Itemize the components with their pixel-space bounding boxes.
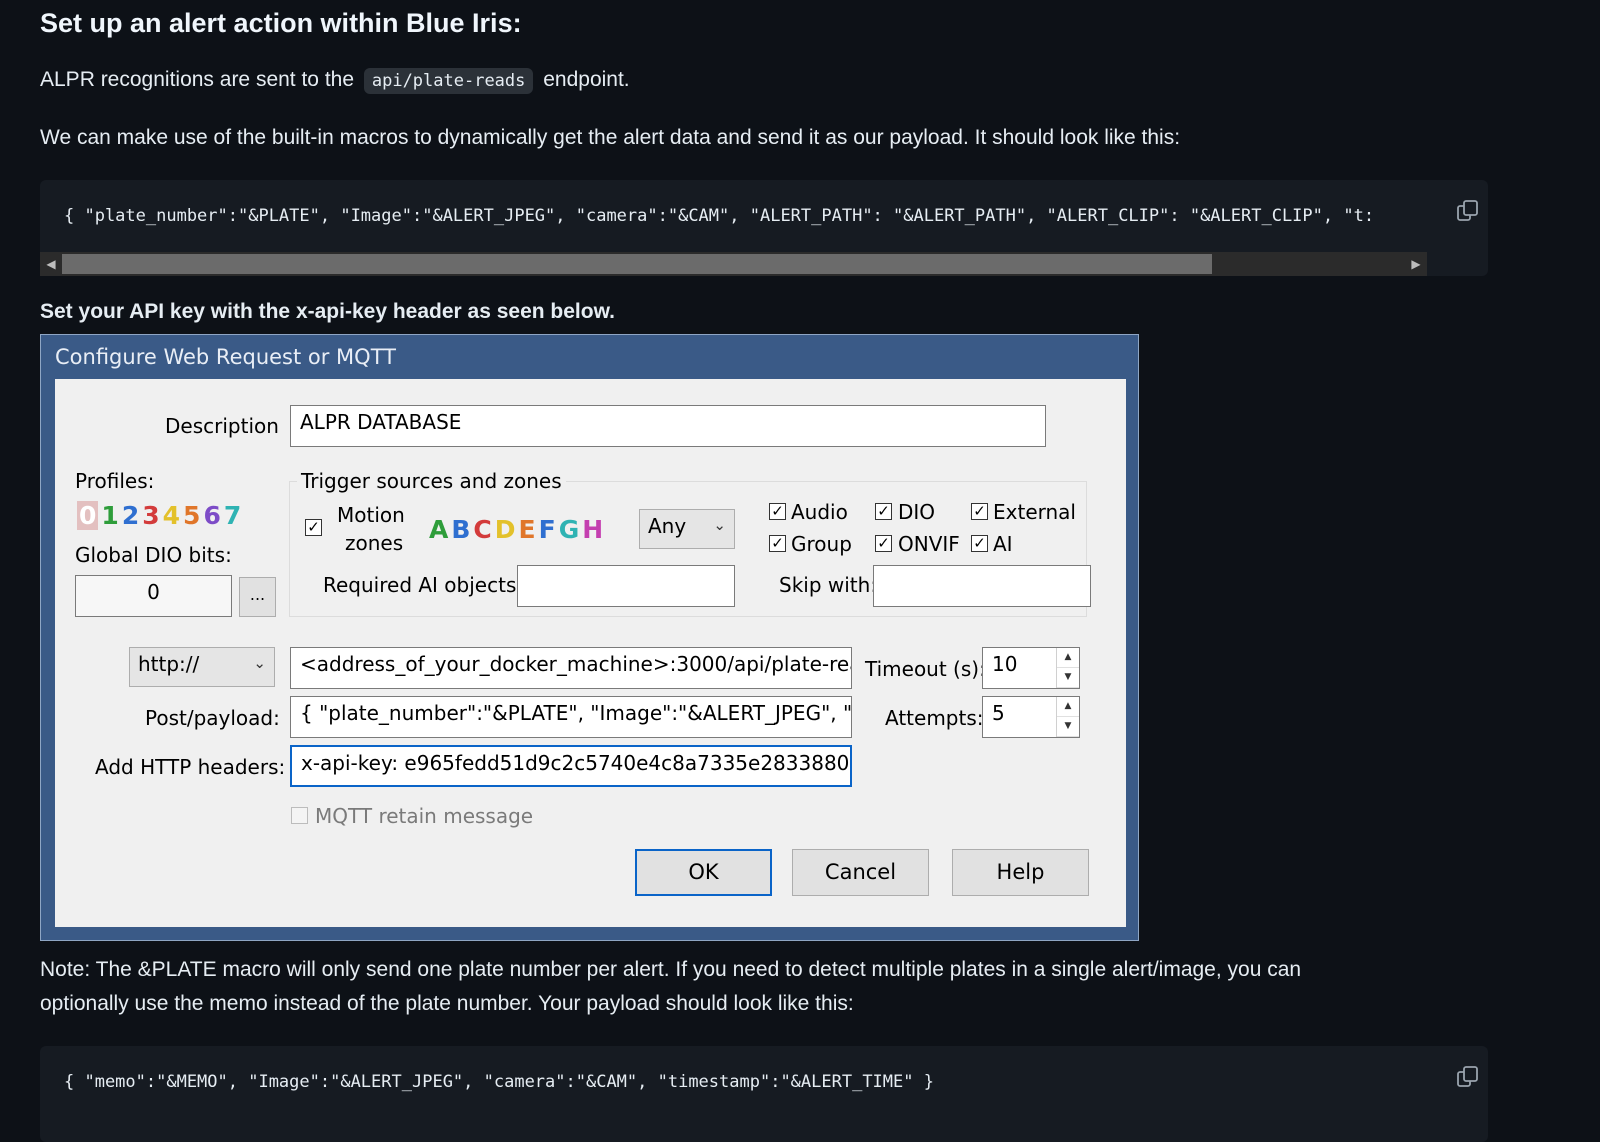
audio-label: Audio xyxy=(791,500,848,524)
dialog-title: Configure Web Request or MQTT xyxy=(55,345,396,369)
zone-letter-f[interactable]: F xyxy=(539,515,556,544)
profile-digit-5[interactable]: 5 xyxy=(183,501,200,530)
profile-digit-1[interactable]: 1 xyxy=(101,501,118,530)
onvif-checkbox[interactable]: ✓ xyxy=(875,535,892,552)
help-button[interactable]: Help xyxy=(952,849,1089,896)
chevron-down-icon: ⌄ xyxy=(713,516,726,534)
scrollbar-thumb[interactable] xyxy=(62,254,1212,274)
chevron-down-icon: ⌄ xyxy=(253,654,266,672)
intro-text-after: endpoint. xyxy=(543,68,630,91)
protocol-select[interactable]: http:// ⌄ xyxy=(129,647,275,687)
endpoint-inline-code: api/plate-reads xyxy=(363,68,534,94)
audio-checkbox[interactable]: ✓ xyxy=(769,503,786,520)
profiles-label: Profiles: xyxy=(75,469,155,493)
spin-up-icon[interactable]: ▲ xyxy=(1057,697,1079,717)
payload-code-block: { "plate_number":"&PLATE", "Image":"&ALE… xyxy=(40,180,1488,276)
post-payload-label: Post/payload: xyxy=(145,706,280,730)
any-select-value: Any xyxy=(648,514,687,538)
ai-checkbox[interactable]: ✓ xyxy=(971,535,988,552)
scroll-left-icon[interactable]: ◀ xyxy=(40,252,62,276)
global-dio-input[interactable]: 0 xyxy=(75,575,232,617)
spin-down-icon[interactable]: ▼ xyxy=(1057,668,1079,688)
profile-digit-4[interactable]: 4 xyxy=(163,501,180,530)
api-key-paragraph: Set your API key with the x-api-key head… xyxy=(40,300,615,323)
scroll-right-icon[interactable]: ▶ xyxy=(1405,252,1427,276)
cancel-button[interactable]: Cancel xyxy=(792,849,929,896)
trigger-group-label: Trigger sources and zones xyxy=(297,469,566,493)
timeout-value: 10 xyxy=(992,652,1018,676)
profile-digit-0[interactable]: 0 xyxy=(77,501,99,530)
ellipsis-button[interactable]: ... xyxy=(239,577,276,617)
group-label: Group xyxy=(791,532,852,556)
spin-up-icon[interactable]: ▲ xyxy=(1057,648,1079,668)
zone-letter-g[interactable]: G xyxy=(559,515,580,544)
ok-button[interactable]: OK xyxy=(635,849,772,896)
horizontal-scrollbar[interactable]: ◀ ▶ xyxy=(40,252,1427,276)
copy-icon[interactable] xyxy=(1455,1064,1481,1090)
profile-digit-7[interactable]: 7 xyxy=(224,501,241,530)
dio-label: DIO xyxy=(898,500,936,524)
intro-text-before: ALPR recognitions are sent to the xyxy=(40,68,355,91)
zones-label: zones xyxy=(345,531,404,555)
protocol-select-value: http:// xyxy=(138,652,200,676)
description-label: Description xyxy=(165,414,279,438)
profile-digit-2[interactable]: 2 xyxy=(122,501,139,530)
zone-letter-e[interactable]: E xyxy=(519,515,536,544)
dialog-body: Description ALPR DATABASE Profiles: 0123… xyxy=(55,379,1126,927)
skip-with-input[interactable] xyxy=(873,565,1091,607)
http-headers-input[interactable]: x-api-key: e965fedd51d9c2c5740e4c8a7335e… xyxy=(290,745,852,787)
attempts-spinner[interactable]: ▲ ▼ xyxy=(1056,697,1079,737)
zone-letters[interactable]: ABCDEFGH xyxy=(429,515,606,544)
global-dio-label: Global DIO bits: xyxy=(75,543,232,567)
memo-payload-code-text[interactable]: { "memo":"&MEMO", "Image":"&ALERT_JPEG",… xyxy=(64,1072,1420,1092)
profile-digits[interactable]: 01234567 xyxy=(77,501,244,530)
zone-letter-b[interactable]: B xyxy=(451,515,470,544)
mqtt-retain-label: MQTT retain message xyxy=(315,804,534,828)
copy-icon[interactable] xyxy=(1455,198,1481,224)
spin-down-icon[interactable]: ▼ xyxy=(1057,717,1079,737)
required-ai-label: Required AI objects: xyxy=(323,573,524,597)
description-input[interactable]: ALPR DATABASE xyxy=(290,405,1046,447)
group-checkbox[interactable]: ✓ xyxy=(769,535,786,552)
onvif-label: ONVIF xyxy=(898,532,960,556)
url-input[interactable]: <address_of_your_docker_machine>:3000/ap… xyxy=(290,647,852,689)
configure-web-request-dialog: Configure Web Request or MQTT Descriptio… xyxy=(40,334,1139,941)
profile-digit-3[interactable]: 3 xyxy=(142,501,159,530)
external-checkbox[interactable]: ✓ xyxy=(971,503,988,520)
http-headers-label: Add HTTP headers: xyxy=(95,755,286,779)
profile-digit-6[interactable]: 6 xyxy=(203,501,220,530)
zone-letter-c[interactable]: C xyxy=(473,515,491,544)
motion-label: Motion xyxy=(337,503,405,527)
section-heading: Set up an alert action within Blue Iris: xyxy=(40,8,522,38)
payload-code-text[interactable]: { "plate_number":"&PLATE", "Image":"&ALE… xyxy=(64,206,1420,226)
note-paragraph-line-1: Note: The &PLATE macro will only send on… xyxy=(40,958,1302,981)
note-paragraph-line-2: optionally use the memo instead of the p… xyxy=(40,992,854,1015)
required-ai-input[interactable] xyxy=(517,565,735,607)
timeout-label: Timeout (s): xyxy=(865,657,986,681)
ai-label: AI xyxy=(993,532,1013,556)
mqtt-retain-checkbox[interactable] xyxy=(291,807,308,824)
zone-letter-h[interactable]: H xyxy=(582,515,603,544)
external-label: External xyxy=(993,500,1076,524)
zone-letter-a[interactable]: A xyxy=(429,515,448,544)
attempts-value: 5 xyxy=(992,701,1005,725)
attempts-label: Attempts: xyxy=(885,706,984,730)
dio-checkbox[interactable]: ✓ xyxy=(875,503,892,520)
motion-zones-checkbox[interactable]: ✓ xyxy=(305,519,322,536)
skip-with-label: Skip with: xyxy=(779,573,878,597)
timeout-input[interactable]: 10 ▲ ▼ xyxy=(982,647,1080,689)
any-select[interactable]: Any ⌄ xyxy=(639,509,735,549)
intro-paragraph: ALPR recognitions are sent to the api/pl… xyxy=(40,68,630,94)
timeout-spinner[interactable]: ▲ ▼ xyxy=(1056,648,1079,688)
zone-letter-d[interactable]: D xyxy=(495,515,516,544)
memo-payload-code-block: { "memo":"&MEMO", "Image":"&ALERT_JPEG",… xyxy=(40,1046,1488,1142)
macros-paragraph: We can make use of the built-in macros t… xyxy=(40,126,1181,149)
attempts-input[interactable]: 5 ▲ ▼ xyxy=(982,696,1080,738)
post-payload-input[interactable]: { "plate_number":"&PLATE", "Image":"&ALE… xyxy=(290,696,852,738)
